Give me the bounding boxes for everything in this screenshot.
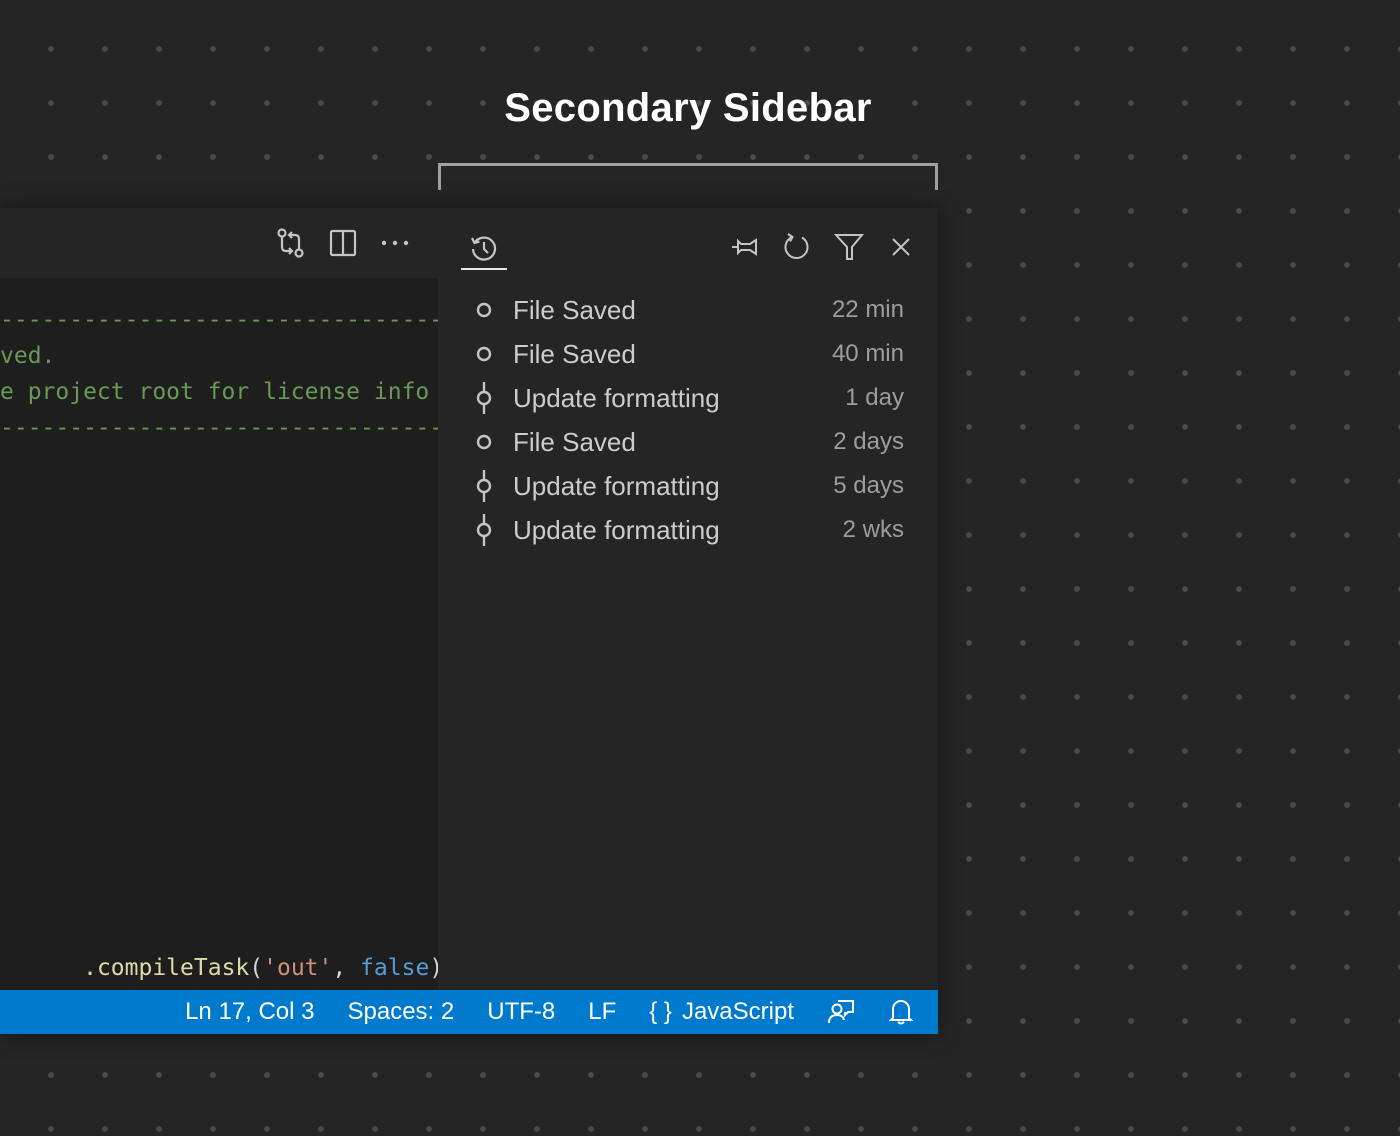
eol-label: LF xyxy=(588,998,617,1025)
timeline-item-label: Update formatting xyxy=(513,383,720,413)
split-editor-button[interactable] xyxy=(328,226,358,260)
close-button[interactable] xyxy=(886,230,916,264)
git-compare-icon xyxy=(277,228,304,258)
sidebar-header xyxy=(438,208,938,278)
code-token: )); xyxy=(429,955,438,981)
code-line: -------------------------------------- xyxy=(0,415,438,441)
timeline-list: File Saved 22 min File Saved 40 min Update f… xyxy=(438,288,938,552)
code-line: .compileTask('out', false)); xyxy=(0,914,438,981)
timeline-item-time: 40 min xyxy=(831,340,904,367)
timeline-item[interactable]: File Saved 40 min xyxy=(438,332,938,376)
timeline-item-label: File Saved xyxy=(513,339,636,369)
timeline-item-time: 2 wks xyxy=(842,516,904,543)
timeline-item-label: Update formatting xyxy=(513,471,720,501)
more-actions-button[interactable] xyxy=(380,226,410,260)
more-actions-icon xyxy=(381,240,409,246)
indentation-label: Spaces: 2 xyxy=(347,998,455,1025)
timeline-item[interactable]: File Saved 22 min xyxy=(438,288,938,332)
git-commit-icon xyxy=(472,382,496,414)
split-editor-icon xyxy=(329,229,357,257)
cursor-position[interactable]: Ln 17, Col 3 xyxy=(185,998,314,1026)
filter-button[interactable] xyxy=(834,230,864,264)
timeline-item-time: 1 day xyxy=(845,384,904,411)
timeline-item[interactable]: Update formatting 1 day xyxy=(438,376,938,420)
sidebar-actions xyxy=(730,230,916,264)
notifications-button[interactable] xyxy=(888,998,914,1026)
status-bar: Ln 17, Col 3 Spaces: 2 UTF-8 LF { } Java… xyxy=(0,990,938,1034)
editor-actions xyxy=(276,226,410,260)
refresh-icon xyxy=(784,233,809,260)
language-mode[interactable]: { } JavaScript xyxy=(649,998,794,1026)
timeline-item[interactable]: File Saved 2 days xyxy=(438,420,938,464)
pin-icon xyxy=(732,238,757,256)
code-line: atchTask('out', false)); xyxy=(0,950,415,986)
file-saved-icon xyxy=(472,294,496,326)
timeline-item-label: File Saved xyxy=(513,295,636,325)
bell-icon xyxy=(888,1000,914,1025)
feedback-icon xyxy=(828,1000,854,1024)
timeline-view-tab[interactable] xyxy=(461,226,507,270)
encoding-label: UTF-8 xyxy=(487,998,556,1025)
close-icon xyxy=(892,238,910,256)
secondary-sidebar: File Saved 22 min File Saved 40 min Update f… xyxy=(438,208,938,990)
timeline-item[interactable]: Update formatting 2 wks xyxy=(438,508,938,552)
git-commit-icon xyxy=(472,470,496,502)
cursor-position-label: Ln 17, Col 3 xyxy=(185,998,315,1025)
filter-icon xyxy=(834,234,864,260)
file-saved-icon xyxy=(472,426,496,458)
timeline-item-time: 2 days xyxy=(833,428,904,455)
editor-tab-bar xyxy=(0,208,438,278)
history-icon xyxy=(471,236,497,261)
indentation[interactable]: Spaces: 2 xyxy=(348,998,455,1026)
timeline-item-time: 22 min xyxy=(831,296,904,323)
timeline-item[interactable]: Update formatting 5 days xyxy=(438,464,938,508)
pin-button[interactable] xyxy=(730,230,760,264)
refresh-button[interactable] xyxy=(782,230,812,264)
feedback-button[interactable] xyxy=(827,998,855,1026)
braces-icon: { } xyxy=(649,998,672,1025)
timeline-item-label: Update formatting xyxy=(513,515,720,545)
file-saved-icon xyxy=(472,338,496,370)
timeline-item-time: 5 days xyxy=(833,472,904,499)
callout-bracket xyxy=(438,163,938,190)
encoding[interactable]: UTF-8 xyxy=(487,998,555,1026)
vscode-window: -------------------------------------- v… xyxy=(0,208,938,1034)
callout-title: Secondary Sidebar xyxy=(504,86,872,130)
code-editor[interactable]: -------------------------------------- v… xyxy=(0,278,438,990)
code-line: e project root for license info xyxy=(0,379,430,405)
code-line: -------------------------------------- xyxy=(0,307,438,333)
timeline-item-label: File Saved xyxy=(513,427,636,457)
language-label: JavaScript xyxy=(681,998,794,1025)
git-commit-icon xyxy=(472,514,496,546)
open-changes-button[interactable] xyxy=(276,226,306,260)
code-line: ved. xyxy=(0,343,56,369)
end-of-line[interactable]: LF xyxy=(588,998,616,1026)
